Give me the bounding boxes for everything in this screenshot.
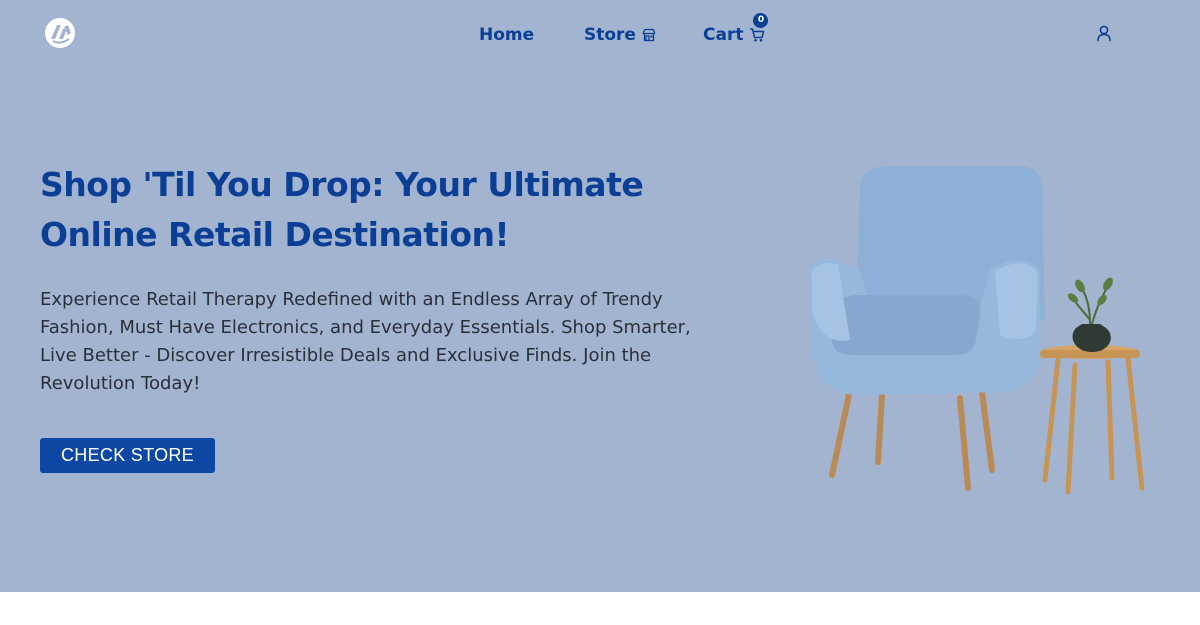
nav-home-link[interactable]: Home — [479, 24, 534, 46]
cart-icon-wrapper: 0 — [749, 13, 769, 43]
hero-headline: Shop 'Til You Drop: Your Ultimate Online… — [40, 165, 644, 254]
hero-subtext: Experience Retail Therapy Redefined with… — [40, 289, 691, 394]
nav-cart-label: Cart — [703, 25, 744, 45]
nav-store-label: Store — [584, 25, 636, 45]
nav-home-label: Home — [479, 25, 535, 45]
nav-store-link[interactable]: Store — [584, 24, 656, 46]
nav-cart-link[interactable]: Cart 0 — [703, 13, 769, 46]
store-icon — [642, 28, 656, 42]
check-store-button[interactable]: CHECK STORE — [40, 438, 215, 473]
user-icon[interactable] — [1095, 24, 1113, 42]
cart-icon — [750, 28, 765, 42]
hero-section: Home Store Cart 0 Shop 'Til You Drop: Yo… — [0, 0, 1200, 592]
armchair-image — [809, 166, 1145, 495]
main-nav: Home Store Cart 0 — [0, 13, 1200, 48]
cart-count-badge: 0 — [753, 13, 769, 28]
